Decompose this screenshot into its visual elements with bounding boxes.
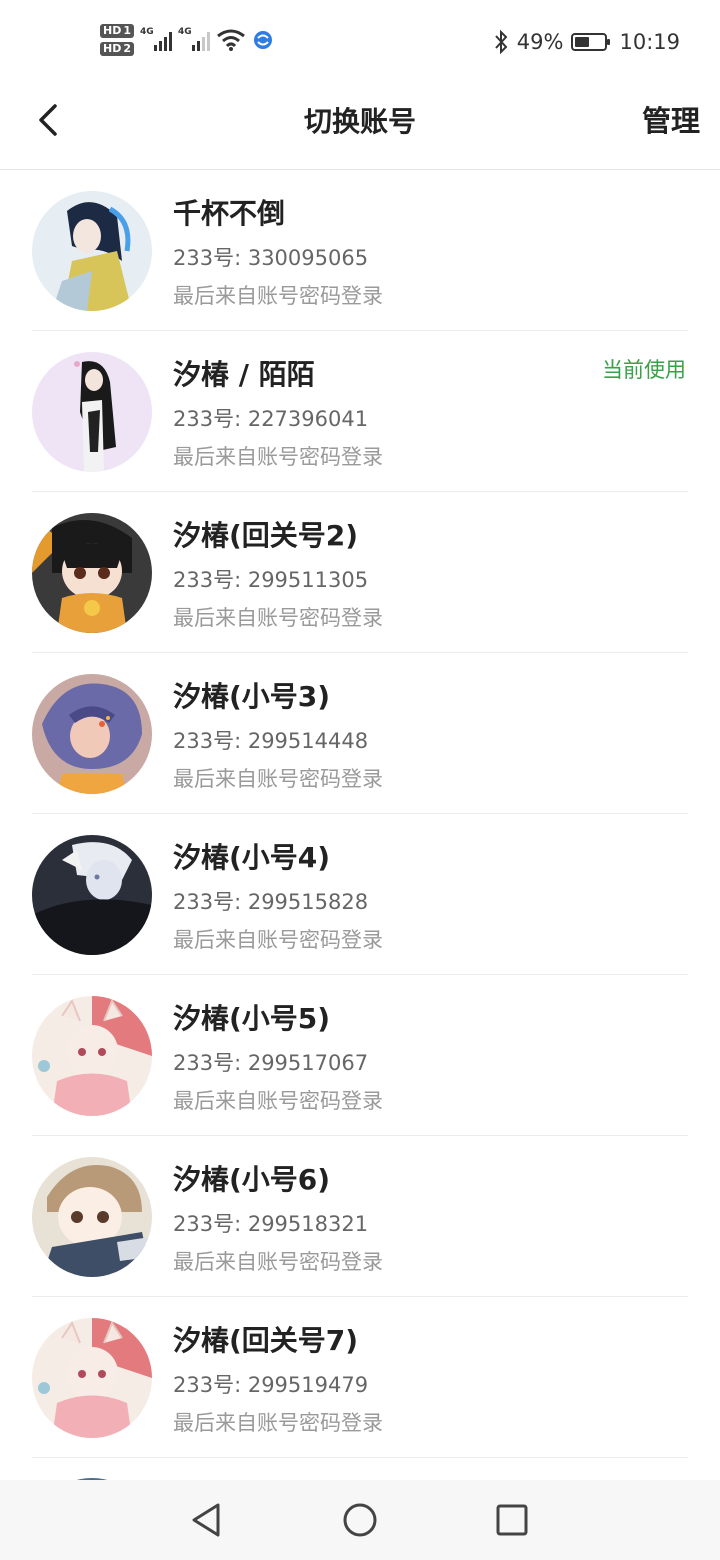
- account-item[interactable]: 汐椿(小号6) 233号: 299518321 最后来自账号密码登录: [0, 1136, 720, 1297]
- account-name: 汐椿(回关号2): [173, 519, 359, 552]
- avatar: [32, 835, 152, 955]
- page-title: 切换账号: [303, 105, 416, 138]
- account-id: 233号: 299518321: [173, 1212, 369, 1236]
- hd-badge-1: HD 1: [100, 24, 134, 38]
- avatar: [32, 996, 152, 1116]
- app-notification-icon: [254, 31, 272, 49]
- square-recents-icon: [496, 1504, 528, 1536]
- account-id: 233号: 299515828: [173, 890, 369, 914]
- system-nav-bar: [0, 1480, 720, 1560]
- avatar: [32, 191, 152, 311]
- account-list: 千杯不倒 233号: 330095065 最后来自账号密码登录 汐椿 / 陌陌 …: [0, 170, 720, 1458]
- login-method: 最后来自账号密码登录: [173, 928, 383, 952]
- system-home-button[interactable]: [340, 1500, 380, 1540]
- account-item[interactable]: 汐椿(回关号7) 233号: 299519479 最后来自账号密码登录: [0, 1297, 720, 1458]
- account-id: 233号: 299511305: [173, 568, 369, 592]
- clock: 10:19: [619, 30, 680, 54]
- status-bar: HD 1 HD 2 4G 4G 49% 10:19: [0, 0, 720, 84]
- account-name: 汐椿(小号5): [173, 1002, 331, 1035]
- battery-icon: [571, 33, 611, 51]
- login-method: 最后来自账号密码登录: [173, 1411, 383, 1435]
- avatar: [32, 674, 152, 794]
- login-method: 最后来自账号密码登录: [173, 284, 383, 308]
- current-badge: 当前使用: [602, 358, 686, 382]
- account-id: 233号: 227396041: [173, 407, 369, 431]
- system-recents-button[interactable]: [492, 1500, 532, 1540]
- hd-badge-2: HD 2: [100, 42, 134, 56]
- wifi-icon: [217, 29, 245, 51]
- battery-level: [575, 37, 590, 47]
- bluetooth-icon: [495, 29, 508, 55]
- system-back-button[interactable]: [186, 1500, 226, 1540]
- account-item[interactable]: 汐椿(小号5) 233号: 299517067 最后来自账号密码登录: [0, 975, 720, 1136]
- account-id: 233号: 330095065: [173, 246, 369, 270]
- account-name: 汐椿(回关号7): [173, 1324, 359, 1357]
- manage-button[interactable]: 管理: [642, 98, 700, 140]
- login-method: 最后来自账号密码登录: [173, 1250, 383, 1274]
- avatar: [32, 1157, 152, 1277]
- account-item[interactable]: 汐椿(小号3) 233号: 299514448 最后来自账号密码登录: [0, 653, 720, 814]
- account-name: 汐椿 / 陌陌: [173, 358, 315, 391]
- account-name: 千杯不倒: [173, 197, 286, 230]
- signal-icon-1: 4G: [140, 27, 172, 51]
- hd-indicators: HD 1 HD 2: [100, 24, 134, 56]
- avatar: [32, 352, 152, 472]
- circle-home-icon: [343, 1503, 377, 1537]
- account-name: 汐椿(小号3): [173, 680, 331, 713]
- nav-bar: 切换账号 管理: [0, 84, 720, 170]
- account-id: 233号: 299519479: [173, 1373, 369, 1397]
- avatar: [32, 1318, 152, 1438]
- login-method: 最后来自账号密码登录: [173, 606, 383, 630]
- status-right: 49% 10:19: [493, 26, 680, 58]
- signal-icon-2: 4G: [178, 27, 210, 51]
- account-item[interactable]: 汐椿(回关号2) 233号: 299511305 最后来自账号密码登录: [0, 492, 720, 653]
- login-method: 最后来自账号密码登录: [173, 1089, 383, 1113]
- login-method: 最后来自账号密码登录: [173, 445, 383, 469]
- account-name: 汐椿(小号6): [173, 1163, 331, 1196]
- account-item[interactable]: 汐椿 / 陌陌 233号: 227396041 最后来自账号密码登录 当前使用: [0, 331, 720, 492]
- account-name: 汐椿(小号4): [173, 841, 331, 874]
- account-id: 233号: 299514448: [173, 729, 369, 753]
- account-id: 233号: 299517067: [173, 1051, 369, 1075]
- avatar: [32, 513, 152, 633]
- account-item[interactable]: 千杯不倒 233号: 330095065 最后来自账号密码登录: [0, 170, 720, 331]
- battery-percent: 49%: [516, 30, 564, 54]
- status-left: HD 1 HD 2 4G 4G: [100, 20, 274, 60]
- triangle-back-icon: [192, 1503, 220, 1537]
- login-method: 最后来自账号密码登录: [173, 767, 383, 791]
- account-item[interactable]: 汐椿(小号4) 233号: 299515828 最后来自账号密码登录: [0, 814, 720, 975]
